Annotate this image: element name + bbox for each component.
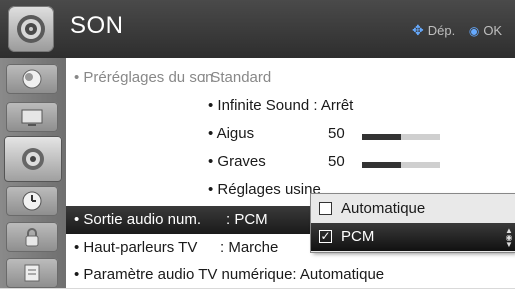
sidebar-item-time[interactable] [6,186,58,216]
hint-ok-label: OK [483,23,503,38]
menu-item-label: • Préréglages du son [74,69,214,86]
header-bar: SON ✥ Dép. ◉ OK [0,0,515,59]
options-icon [24,264,40,282]
option-pcm[interactable]: ✓ PCM ▲ ◉ ▼ [311,223,515,251]
menu-item-label: • Aigus [208,125,255,142]
sidebar-item-sound[interactable] [4,136,62,182]
dpad-icon: ✥ [412,22,424,38]
menu-item-sound-presets[interactable]: • Préréglages du son : Standard [66,64,515,92]
screen-icon [21,109,43,126]
sidebar [0,58,66,288]
clock-icon [22,191,42,211]
digital-audio-out-dropdown: Automatique ✓ PCM ▲ ◉ ▼ [311,194,515,252]
option-label: PCM [341,228,375,245]
page-title: SON [70,12,124,39]
treble-level-fill [362,134,401,140]
menu-item-infinite-sound[interactable]: • Infinite Sound : Arrêt [66,92,515,120]
ok-icon: ◉ [468,24,480,38]
speaker-icon [8,6,54,52]
bass-level-bar[interactable] [362,162,440,168]
lock-icon [25,228,39,247]
menu-item-label: • Graves [208,153,266,170]
option-automatique[interactable]: Automatique [311,195,515,223]
menu-item-value: 50 [328,125,345,142]
sidebar-item-screen[interactable] [6,102,58,132]
scroll-indicator-icon: ▲ ◉ ▼ [505,226,513,249]
menu-item-treble[interactable]: • Aigus 50 [66,120,515,148]
menu-item-value: : Standard [202,69,272,86]
menu-item-label: • Sortie audio num. [74,211,201,228]
menu-item-label: • Réglages usine [208,181,321,198]
menu-item-bass[interactable]: • Graves 50 [66,148,515,176]
menu-item-digital-tv-audio[interactable]: • Paramètre audio TV numérique: Automati… [66,261,515,289]
menu-item-value: : Marche [220,239,279,256]
navigation-hint: ✥ Dép. ◉ OK [412,22,506,39]
sidebar-item-picture[interactable] [6,64,58,94]
menu-item-value: 50 [328,153,345,170]
checkbox-unchecked [319,202,332,215]
menu-item-label: • Paramètre audio TV numérique: Automati… [74,266,385,283]
sidebar-item-options[interactable] [6,258,58,288]
menu-item-value: : PCM [226,211,268,228]
sound-menu: • Préréglages du son : Standard • Infini… [66,58,515,288]
picture-icon [22,69,42,89]
menu-item-label: • Infinite Sound : Arrêt [208,97,354,114]
option-label: Automatique [341,200,426,217]
bass-level-fill [362,162,401,168]
speaker-icon [22,148,44,170]
treble-level-bar[interactable] [362,134,440,140]
sidebar-item-lock[interactable] [6,222,58,252]
hint-move-label: Dép. [427,23,456,38]
tv-menu-screen: SON ✥ Dép. ◉ OK • Préréglages du son: S… [0,0,515,288]
menu-item-label: • Haut-parleurs TV [74,239,198,256]
checkbox-checked: ✓ [319,229,332,243]
